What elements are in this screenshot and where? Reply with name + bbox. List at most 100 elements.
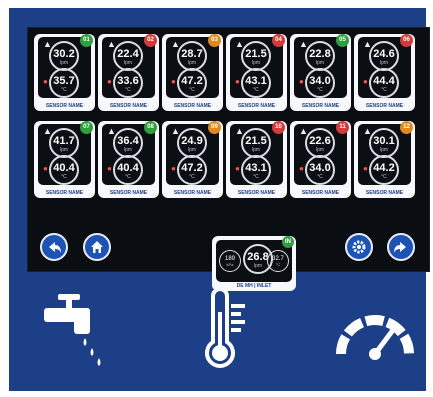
home-button[interactable] bbox=[83, 233, 111, 261]
temp-unit: °C bbox=[189, 87, 195, 93]
flow-unit: lpm bbox=[251, 147, 261, 153]
flow-value: 22.4 bbox=[117, 48, 139, 60]
sensor-tile[interactable]: ▲ ● 22.8 lpm 34.0 °C 05 SENSOR NAME bbox=[290, 34, 351, 111]
flow-gauge: 30.2 lpm bbox=[49, 41, 79, 71]
temp-value: 43.1 bbox=[245, 162, 267, 174]
touch-screen: ▲ ● 30.2 lpm 35.7 °C 01 SENSOR NAME ▲ ● … bbox=[27, 27, 430, 291]
inlet-panel: 189 kPa 26.8 lpm 32.7 °C bbox=[216, 240, 292, 282]
temp-unit: °C bbox=[317, 174, 323, 180]
sensor-badge: 01 bbox=[80, 34, 93, 47]
home-icon bbox=[91, 241, 103, 253]
temp-value: 40.4 bbox=[53, 162, 75, 174]
temp-value: 34.0 bbox=[309, 75, 331, 87]
flow-value: 41.7 bbox=[53, 135, 75, 147]
thermometer-icon: ● bbox=[299, 164, 304, 173]
sensor-name: SENSOR NAME bbox=[173, 190, 212, 196]
temp-gauge: 47.2 °C bbox=[177, 155, 207, 185]
sensor-tile[interactable]: ▲ ● 24.9 lpm 47.2 °C 09 SENSOR NAME bbox=[162, 121, 223, 198]
thermometer-icon: ● bbox=[43, 164, 48, 173]
temp-value: 47.2 bbox=[181, 162, 203, 174]
temp-gauge: 44.4 °C bbox=[369, 68, 399, 98]
sensor-badge: 02 bbox=[144, 34, 157, 47]
inlet-temp-unit: °C bbox=[275, 262, 281, 267]
gauge-icon bbox=[336, 315, 414, 360]
flow-unit: lpm bbox=[379, 147, 389, 153]
sensor-badge: 09 bbox=[208, 121, 221, 134]
sensor-tile[interactable]: ▲ ● 22.4 lpm 33.6 °C 02 SENSOR NAME bbox=[98, 34, 159, 111]
temp-gauge: 35.7 °C bbox=[49, 68, 79, 98]
sensor-tile[interactable]: ▲ ● 21.5 lpm 43.1 °C 04 SENSOR NAME bbox=[226, 34, 287, 111]
flow-value: 21.5 bbox=[245, 48, 267, 60]
temp-unit: °C bbox=[189, 174, 195, 180]
sensor-badge: 03 bbox=[208, 34, 221, 47]
sensor-name: SENSOR NAME bbox=[109, 103, 148, 109]
sensor-tile[interactable]: ▲ ● 21.5 lpm 43.1 °C 10 SENSOR NAME bbox=[226, 121, 287, 198]
sensor-name: SENSOR NAME bbox=[237, 190, 276, 196]
inlet-temp-gauge: 32.7 °C bbox=[267, 250, 289, 272]
sensor-badge: 05 bbox=[336, 34, 349, 47]
sensor-badge: 10 bbox=[272, 121, 285, 134]
thermometer-icon: ● bbox=[363, 164, 368, 173]
temp-gauge: 43.1 °C bbox=[241, 68, 271, 98]
temp-unit: °C bbox=[61, 87, 67, 93]
temp-value: 43.1 bbox=[245, 75, 267, 87]
thermometer-icon: ● bbox=[299, 77, 304, 86]
flow-unit: lpm bbox=[59, 60, 69, 66]
flow-value: 24.6 bbox=[373, 48, 395, 60]
flow-gauge: 28.7 lpm bbox=[177, 41, 207, 71]
flow-gauge: 21.5 lpm bbox=[241, 41, 271, 71]
arrow-left-icon bbox=[49, 242, 61, 253]
back-button[interactable] bbox=[40, 233, 68, 261]
thermometer-icon: ● bbox=[43, 77, 48, 86]
temp-unit: °C bbox=[253, 87, 259, 93]
thermometer-icon: ● bbox=[171, 164, 176, 173]
temp-gauge: 40.4 °C bbox=[49, 155, 79, 185]
temp-value: 44.4 bbox=[373, 75, 395, 87]
forward-button[interactable] bbox=[387, 233, 415, 261]
flow-gauge: 24.9 lpm bbox=[177, 128, 207, 158]
sensor-name: SENSOR NAME bbox=[45, 103, 84, 109]
sensor-name: SENSOR NAME bbox=[301, 190, 340, 196]
flow-unit: lpm bbox=[123, 60, 133, 66]
sensor-name: SENSOR NAME bbox=[45, 190, 84, 196]
sensor-tile[interactable]: ▲ ● 28.7 lpm 47.2 °C 03 SENSOR NAME bbox=[162, 34, 223, 111]
thermometer-icon: ● bbox=[235, 77, 240, 86]
temp-gauge: 47.2 °C bbox=[177, 68, 207, 98]
settings-button[interactable] bbox=[345, 233, 373, 261]
temp-gauge: 34.0 °C bbox=[305, 155, 335, 185]
temp-gauge: 43.1 °C bbox=[241, 155, 271, 185]
faucet-icon bbox=[44, 294, 101, 366]
sensor-tile[interactable]: ▲ ● 30.2 lpm 35.7 °C 01 SENSOR NAME bbox=[34, 34, 95, 111]
temp-unit: °C bbox=[381, 174, 387, 180]
sensor-tile[interactable]: ▲ ● 24.6 lpm 44.4 °C 06 SENSOR NAME bbox=[354, 34, 415, 111]
flow-value: 24.9 bbox=[181, 135, 203, 147]
sensor-tile[interactable]: ▲ ● 30.1 lpm 44.2 °C 12 SENSOR NAME bbox=[354, 121, 415, 198]
temp-value: 35.7 bbox=[53, 75, 75, 87]
flow-unit: lpm bbox=[379, 60, 389, 66]
inlet-label: DE MH | INLET bbox=[236, 283, 272, 289]
gear-icon bbox=[352, 240, 366, 254]
flow-gauge: 41.7 lpm bbox=[49, 128, 79, 158]
temp-gauge: 33.6 °C bbox=[113, 68, 143, 98]
temp-unit: °C bbox=[253, 174, 259, 180]
sensor-tile[interactable]: ▲ ● 22.6 lpm 34.0 °C 11 SENSOR NAME bbox=[290, 121, 351, 198]
sensor-tile[interactable]: ▲ ● 36.4 lpm 40.4 °C 08 SENSOR NAME bbox=[98, 121, 159, 198]
sensor-badge: 12 bbox=[400, 121, 413, 134]
flow-gauge: 22.8 lpm bbox=[305, 41, 335, 71]
arrow-right-icon bbox=[394, 242, 406, 253]
thermometer-icon: ● bbox=[107, 164, 112, 173]
flow-unit: lpm bbox=[187, 147, 197, 153]
inlet-tile[interactable]: 189 kPa 26.8 lpm 32.7 °C IN DE MH | INLE… bbox=[212, 236, 296, 291]
temp-value: 33.6 bbox=[117, 75, 139, 87]
flow-unit: lpm bbox=[251, 60, 261, 66]
temp-gauge: 34.0 °C bbox=[305, 68, 335, 98]
flow-value: 36.4 bbox=[117, 135, 139, 147]
flow-unit: lpm bbox=[315, 60, 325, 66]
sensor-tile[interactable]: ▲ ● 41.7 lpm 40.4 °C 07 SENSOR NAME bbox=[34, 121, 95, 198]
flow-unit: lpm bbox=[315, 147, 325, 153]
thermometer-icon bbox=[205, 290, 245, 368]
temp-unit: °C bbox=[381, 87, 387, 93]
sensor-badge: 07 bbox=[80, 121, 93, 134]
flow-unit: lpm bbox=[123, 147, 133, 153]
temp-gauge: 40.4 °C bbox=[113, 155, 143, 185]
